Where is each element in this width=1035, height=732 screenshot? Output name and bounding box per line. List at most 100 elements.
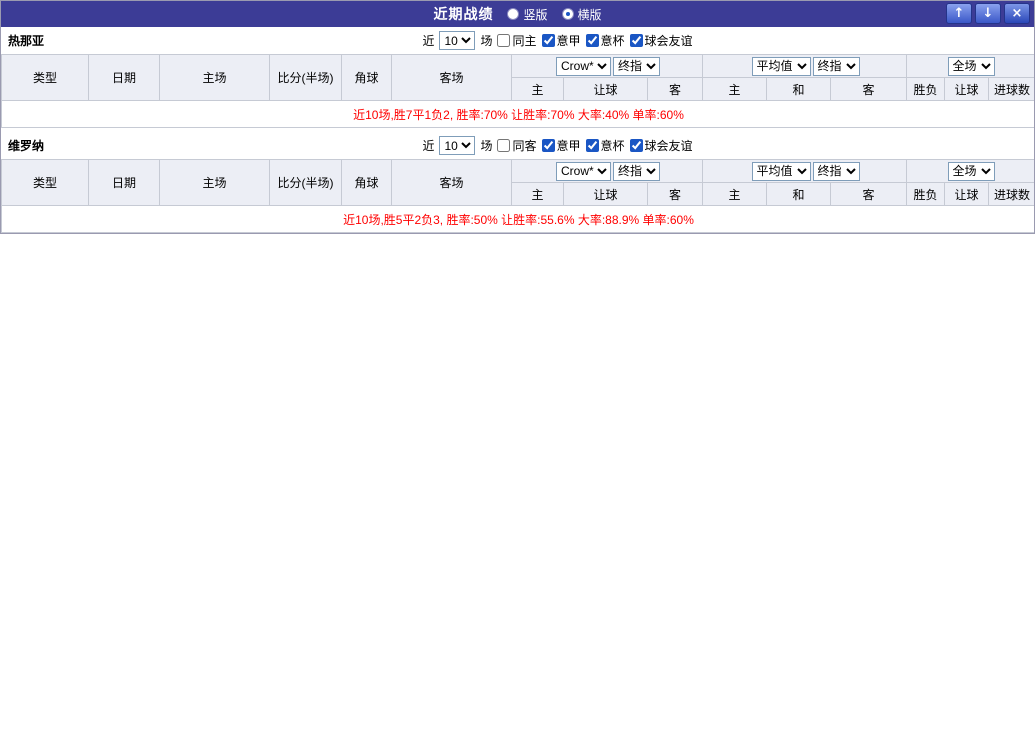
matches-table: 类型 日期 主场 比分(半场) 角球 客场 Crow*终指 平均值终指 全场 [1, 159, 1035, 233]
filter-games-label: 场 [480, 137, 492, 154]
coppa-label: 意杯 [601, 137, 625, 154]
filter-near-label: 近 [422, 32, 434, 49]
fulltime-select[interactable]: 全场 [948, 57, 995, 76]
col-handicap-result: 让球 [945, 183, 989, 206]
league-option-coppa[interactable]: 意杯 [586, 137, 625, 154]
average-group-header: 平均值终指 [703, 55, 907, 78]
odds-group-header: Crow*终指 [512, 55, 703, 78]
col-away: 客场 [392, 55, 512, 101]
average-stage-select[interactable]: 终指 [813, 57, 860, 76]
col-type: 类型 [2, 55, 89, 101]
col-score: 比分(半场) [270, 160, 342, 206]
col-corner: 角球 [342, 55, 392, 101]
col-away: 客场 [392, 160, 512, 206]
average-select[interactable]: 平均值 [752, 57, 811, 76]
odds-group-header: Crow*终指 [512, 160, 703, 183]
coppa-checkbox[interactable] [586, 139, 599, 152]
summary-text: 近10场,胜7平1负2, 胜率:70% 让胜率:70% 大率:40% 单率:60… [2, 101, 1035, 128]
matches-table: 类型 日期 主场 比分(半场) 角球 客场 Crow*终指 平均值终指 全场 [1, 54, 1035, 128]
col-odds-home: 主 [512, 183, 564, 206]
filter-bar: 近 10 场 同客 意甲 意杯 球会友谊 [422, 136, 692, 155]
col-home: 主场 [160, 160, 270, 206]
friendly-checkbox[interactable] [630, 34, 643, 47]
col-type: 类型 [2, 160, 89, 206]
col-odds-handicap: 让球 [564, 78, 648, 101]
same-venue-option[interactable]: 同主 [497, 32, 536, 49]
match-count-select[interactable]: 10 [439, 31, 475, 50]
result-group-header: 全场 [907, 55, 1035, 78]
seriea-label: 意甲 [557, 32, 581, 49]
col-avg-away: 客 [831, 78, 907, 101]
same-venue-label: 同客 [512, 137, 536, 154]
fulltime-select[interactable]: 全场 [948, 162, 995, 181]
same-venue-checkbox[interactable] [497, 34, 510, 47]
league-option-friendly[interactable]: 球会友谊 [630, 32, 693, 49]
radio-horizontal-label: 横版 [578, 6, 602, 23]
filter-games-label: 场 [480, 32, 492, 49]
col-avg-draw: 和 [767, 78, 831, 101]
summary-text: 近10场,胜5平2负3, 胜率:50% 让胜率:55.6% 大率:88.9% 单… [2, 206, 1035, 233]
window-title: 近期战绩 [433, 4, 493, 24]
col-goals: 进球数 [989, 78, 1035, 101]
league-option-seriea[interactable]: 意甲 [542, 32, 581, 49]
titlebar: 近期战绩 竖版 横版 ↑ ↓ × [1, 1, 1034, 27]
scroll-down-button[interactable]: ↓ [975, 3, 1001, 24]
friendly-checkbox[interactable] [630, 139, 643, 152]
section-genoa: 热那亚 近 10 场 同主 意甲 意杯 球会友谊 类型 日期 [1, 27, 1034, 128]
league-option-coppa[interactable]: 意杯 [586, 32, 625, 49]
summary-row: 近10场,胜7平1负2, 胜率:70% 让胜率:70% 大率:40% 单率:60… [2, 101, 1035, 128]
titlebar-center: 近期战绩 竖版 横版 [1, 4, 1034, 24]
col-odds-handicap: 让球 [564, 183, 648, 206]
col-date: 日期 [89, 160, 160, 206]
col-avg-home: 主 [703, 78, 767, 101]
scroll-up-button[interactable]: ↑ [946, 3, 972, 24]
match-count-select[interactable]: 10 [439, 136, 475, 155]
seriea-checkbox[interactable] [542, 139, 555, 152]
col-odds-home: 主 [512, 78, 564, 101]
layout-radio-horizontal[interactable]: 横版 [562, 6, 602, 23]
summary-row: 近10场,胜5平2负3, 胜率:50% 让胜率:55.6% 大率:88.9% 单… [2, 206, 1035, 233]
radio-circle-checked-icon[interactable] [562, 8, 574, 20]
average-select[interactable]: 平均值 [752, 162, 811, 181]
average-group-header: 平均值终指 [703, 160, 907, 183]
radio-circle-icon[interactable] [507, 8, 519, 20]
col-handicap-result: 让球 [945, 78, 989, 101]
radio-vertical-label: 竖版 [523, 6, 547, 23]
layout-radio-vertical[interactable]: 竖版 [507, 6, 547, 23]
window-buttons: ↑ ↓ × [946, 3, 1030, 24]
col-home: 主场 [160, 55, 270, 101]
same-venue-label: 同主 [512, 32, 536, 49]
same-venue-option[interactable]: 同客 [497, 137, 536, 154]
filter-bar: 近 10 场 同主 意甲 意杯 球会友谊 [422, 31, 692, 50]
col-odds-away: 客 [648, 78, 703, 101]
average-stage-select[interactable]: 终指 [813, 162, 860, 181]
close-button[interactable]: × [1004, 3, 1030, 24]
col-goals: 进球数 [989, 183, 1035, 206]
col-score: 比分(半场) [270, 55, 342, 101]
friendly-label: 球会友谊 [645, 137, 693, 154]
friendly-label: 球会友谊 [645, 32, 693, 49]
col-result: 胜负 [907, 78, 945, 101]
seriea-checkbox[interactable] [542, 34, 555, 47]
odds-stage-select[interactable]: 终指 [613, 162, 660, 181]
result-group-header: 全场 [907, 160, 1035, 183]
same-venue-checkbox[interactable] [497, 139, 510, 152]
bookmaker-select[interactable]: Crow* [556, 57, 611, 76]
col-avg-away: 客 [831, 183, 907, 206]
bookmaker-select[interactable]: Crow* [556, 162, 611, 181]
col-date: 日期 [89, 55, 160, 101]
col-avg-draw: 和 [767, 183, 831, 206]
col-result: 胜负 [907, 183, 945, 206]
recent-results-window: 近期战绩 竖版 横版 ↑ ↓ × 热那亚 近 10 场 同主 意甲 [0, 0, 1035, 234]
league-option-seriea[interactable]: 意甲 [542, 137, 581, 154]
section-bar: 维罗纳 近 10 场 同客 意甲 意杯 球会友谊 [1, 132, 1034, 159]
col-corner: 角球 [342, 160, 392, 206]
coppa-checkbox[interactable] [586, 34, 599, 47]
odds-stage-select[interactable]: 终指 [613, 57, 660, 76]
section-verona: 维罗纳 近 10 场 同客 意甲 意杯 球会友谊 类型 日期 [1, 132, 1034, 233]
league-option-friendly[interactable]: 球会友谊 [630, 137, 693, 154]
header-row-groups: 类型 日期 主场 比分(半场) 角球 客场 Crow*终指 平均值终指 全场 [2, 160, 1035, 183]
coppa-label: 意杯 [601, 32, 625, 49]
section-bar: 热那亚 近 10 场 同主 意甲 意杯 球会友谊 [1, 27, 1034, 54]
seriea-label: 意甲 [557, 137, 581, 154]
